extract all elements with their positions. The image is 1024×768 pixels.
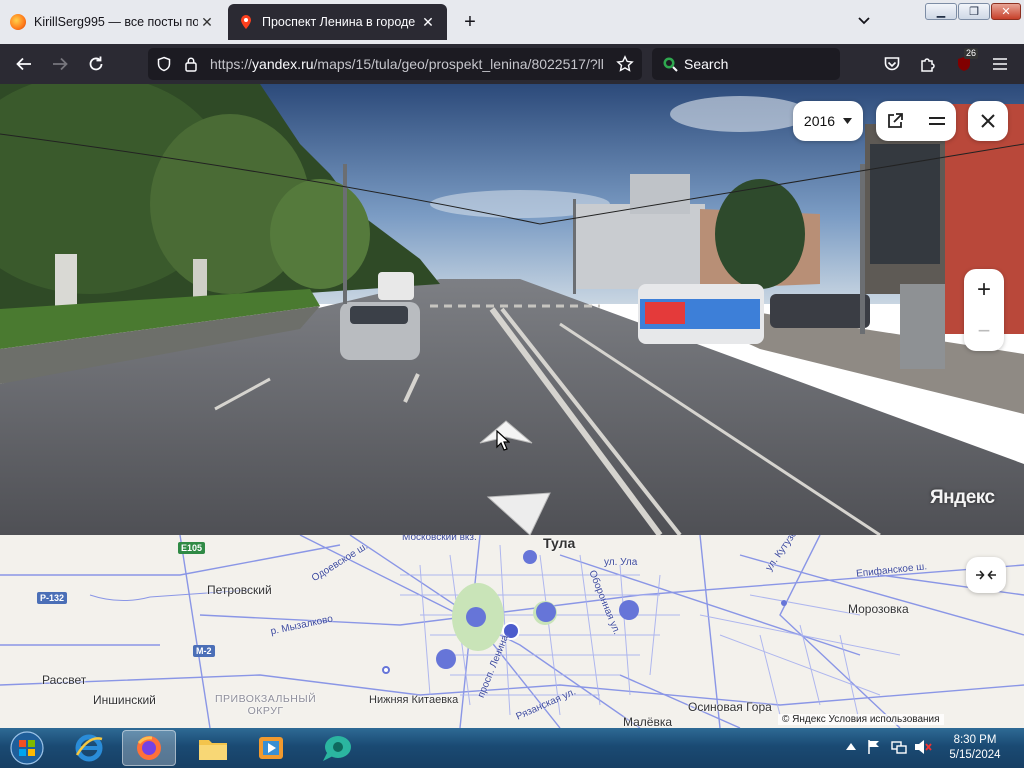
year-selector[interactable]: 2016 bbox=[793, 101, 863, 141]
year-value: 2016 bbox=[803, 113, 836, 129]
extensions-puzzle-icon[interactable] bbox=[914, 50, 942, 78]
system-clock[interactable]: 8:30 PM 5/15/2024 bbox=[935, 733, 1015, 763]
windows-taskbar bbox=[0, 728, 1024, 768]
url-path: /maps/15/tula/geo/prospekt_lenina/802251… bbox=[313, 56, 604, 72]
internet-explorer-icon[interactable] bbox=[62, 730, 116, 766]
zoom-in-button[interactable]: + bbox=[964, 269, 1004, 310]
reload-icon[interactable] bbox=[82, 50, 110, 78]
clock-time: 8:30 PM bbox=[953, 734, 997, 746]
road-badge-r132: Р-132 bbox=[37, 592, 68, 604]
tab-bar: KirillSerg995 — все посты пол… ✕ Проспек… bbox=[0, 0, 1024, 44]
extension-badge: 26 bbox=[964, 48, 979, 59]
share-open-external-icon[interactable] bbox=[886, 112, 904, 130]
map-label-petrovsky: Петровский bbox=[207, 583, 272, 597]
collapse-map-button[interactable] bbox=[966, 557, 1006, 593]
close-icon bbox=[981, 114, 995, 128]
tab-kirillserg[interactable]: KirillSerg995 — все посты пол… ✕ bbox=[0, 4, 226, 40]
show-hidden-icons-icon[interactable] bbox=[846, 743, 856, 751]
bookmark-star-icon[interactable] bbox=[616, 55, 634, 73]
action-center-flag-icon[interactable] bbox=[866, 739, 882, 755]
map-label-morozovka: Морозовка bbox=[848, 602, 909, 616]
menu-hamburger-icon[interactable] bbox=[986, 50, 1014, 78]
url-domain: yandex.ru bbox=[252, 56, 314, 72]
media-player-icon[interactable] bbox=[244, 730, 298, 766]
windows-start-orb-icon bbox=[10, 731, 44, 765]
search-bar[interactable]: Search bbox=[652, 48, 840, 80]
tab-yandex-maps[interactable]: Проспект Ленина в городе Ту… ✕ bbox=[228, 4, 447, 40]
road-badge-e105: E105 bbox=[178, 542, 206, 554]
tab-title: KirillSerg995 — все посты пол… bbox=[34, 15, 198, 29]
yandex-watermark: Яндекс bbox=[930, 487, 995, 508]
address-bar[interactable]: https://yandex.ru/maps/15/tula/geo/prosp… bbox=[148, 48, 642, 80]
map-attribution[interactable]: © Яндекс Условия использования bbox=[778, 714, 944, 725]
panorama-image bbox=[0, 84, 1024, 535]
search-placeholder: Search bbox=[684, 56, 729, 72]
pocket-icon[interactable] bbox=[878, 50, 906, 78]
navigation-toolbar: https://yandex.ru/maps/15/tula/geo/prosp… bbox=[0, 44, 1024, 84]
search-engine-icon bbox=[663, 57, 678, 72]
move-backward-arrow-icon[interactable] bbox=[484, 491, 554, 535]
back-arrow-icon[interactable] bbox=[10, 50, 38, 78]
chat-app-icon[interactable] bbox=[310, 730, 364, 766]
map-district-label: ПРИВОКЗАЛЬНЫЙ ОКРУГ bbox=[215, 693, 317, 717]
map-pin-favicon-icon bbox=[241, 15, 251, 29]
clock-date: 5/15/2024 bbox=[949, 749, 1001, 761]
window-minimize-button[interactable]: ▁ bbox=[925, 3, 957, 20]
map-label-osinovaya-gora: Осиновая Гора bbox=[688, 700, 772, 714]
volume-muted-icon[interactable] bbox=[914, 739, 932, 755]
file-explorer-icon[interactable] bbox=[186, 730, 240, 766]
mouse-cursor-icon bbox=[496, 430, 510, 451]
map-city-tula: Тула bbox=[543, 535, 576, 551]
window-close-button[interactable]: ✕ bbox=[991, 3, 1021, 20]
mini-map[interactable]: Тула Петровский Морозовка Рассвет Иншинс… bbox=[0, 535, 1024, 728]
forward-arrow-icon[interactable] bbox=[46, 50, 74, 78]
close-tab-icon[interactable]: ✕ bbox=[198, 14, 216, 31]
tracking-protection-shield-icon[interactable] bbox=[156, 56, 172, 72]
list-tabs-chevron-icon[interactable] bbox=[850, 8, 878, 36]
new-tab-button[interactable]: + bbox=[458, 8, 482, 36]
street-panorama-view[interactable] bbox=[0, 84, 1024, 535]
map-street-moskovsky: Московский вкз. bbox=[402, 535, 477, 543]
map-label-nizhnyaya-kitaevka: Нижняя Китаевка bbox=[369, 694, 459, 706]
url-prefix: https:// bbox=[210, 56, 253, 72]
panorama-menu-icon[interactable] bbox=[928, 113, 946, 129]
dropdown-caret-icon bbox=[843, 118, 853, 124]
start-button[interactable] bbox=[0, 730, 54, 766]
road-badge-m2: М-2 bbox=[193, 645, 215, 657]
close-tab-icon[interactable]: ✕ bbox=[419, 14, 437, 31]
map-street-ula: ул. Ула bbox=[604, 557, 638, 568]
url-text[interactable]: https://yandex.ru/maps/15/tula/geo/prosp… bbox=[210, 56, 610, 72]
zoom-control: + − bbox=[964, 269, 1004, 351]
window-restore-button[interactable]: ❐ bbox=[958, 3, 990, 20]
lock-icon[interactable] bbox=[184, 56, 198, 72]
firefox-taskbar-icon[interactable] bbox=[122, 730, 176, 766]
zoom-out-button[interactable]: − bbox=[964, 310, 1004, 351]
blog-favicon-icon bbox=[10, 14, 26, 30]
ublock-extension-icon[interactable]: 26 bbox=[950, 48, 979, 78]
tab-title: Проспект Ленина в городе Ту… bbox=[262, 15, 419, 29]
close-panorama-button[interactable] bbox=[968, 101, 1008, 141]
map-label-inshinsky: Иншинский bbox=[93, 693, 156, 707]
network-icon[interactable] bbox=[891, 739, 907, 755]
map-label-rassvet: Рассвет bbox=[42, 673, 87, 687]
panorama-actions-group bbox=[876, 101, 956, 141]
map-label-malevka: Малёвка bbox=[623, 715, 673, 728]
collapse-arrows-icon bbox=[976, 570, 996, 580]
